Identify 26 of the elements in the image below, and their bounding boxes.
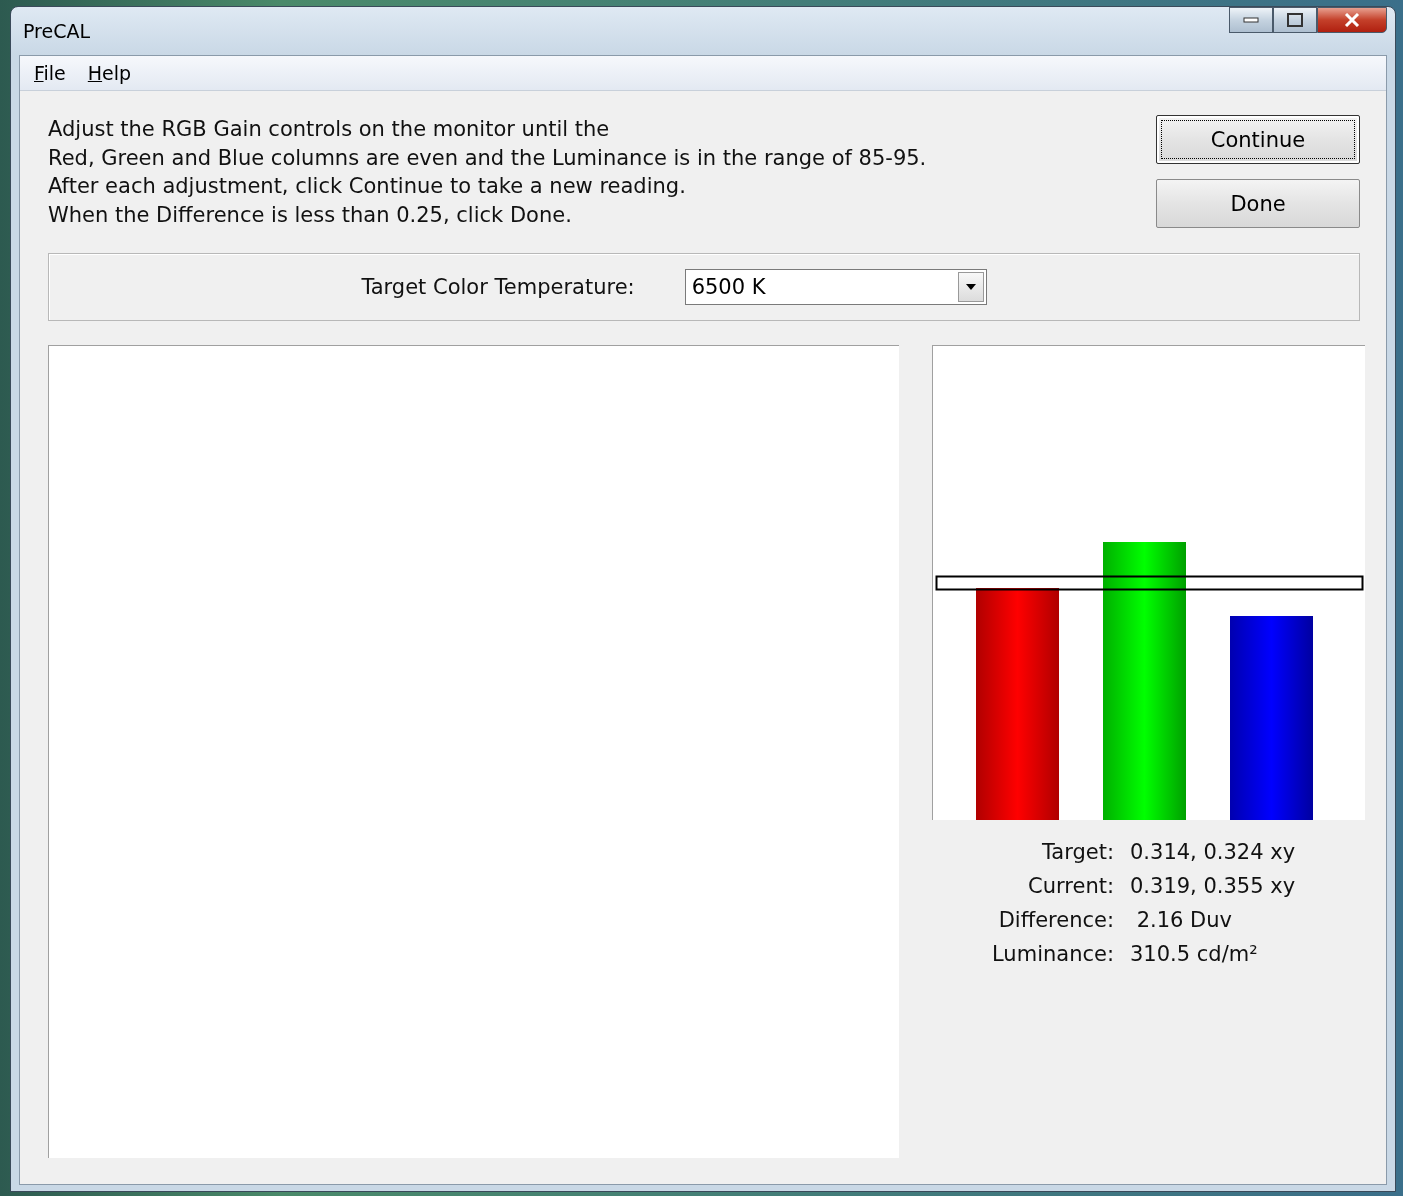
temperature-dropdown[interactable]: 6500 K [684,269,987,305]
dropdown-arrow-icon [965,284,976,290]
reading-value: 0.319, 0.355 xy [1130,874,1297,898]
instruction-text: Red, Green and Blue columns are even and the Luminance is in the range of 85-95. [48,144,927,172]
menu-item[interactable]: File [34,62,66,84]
window-title: PreCAL [23,20,91,42]
close-icon [1344,13,1360,27]
field-label: Target Color Temperature: [361,275,635,299]
reading-value: 0.314, 0.324 xy [1130,840,1297,864]
reading-label: Current: [1027,874,1114,898]
reading-label: Luminance: [991,942,1114,966]
reading-value: 310.5 cd/m² [1130,942,1259,966]
menu-item[interactable]: Help [87,62,132,84]
maximize-icon [1287,13,1303,27]
done-button[interactable]: Done [1156,179,1360,228]
instruction-text: After each adjustment, click Continue to take a new reading. [48,173,687,200]
close-button[interactable] [1317,7,1387,33]
continue-button[interactable]: Continue [1156,115,1360,164]
maximize-button[interactable] [1273,7,1317,33]
reading-label: Difference: [997,908,1114,932]
reading-value: 2.16 Duv [1135,908,1234,932]
minimize-button[interactable] [1229,7,1273,33]
minimize-icon [1243,17,1259,23]
instruction-text: When the Difference is less than 0.25, click Done. [48,201,573,229]
reading-label: Target: [1040,840,1114,864]
instruction-text: Adjust the RGB Gain controls on the monitor until the [48,116,611,143]
